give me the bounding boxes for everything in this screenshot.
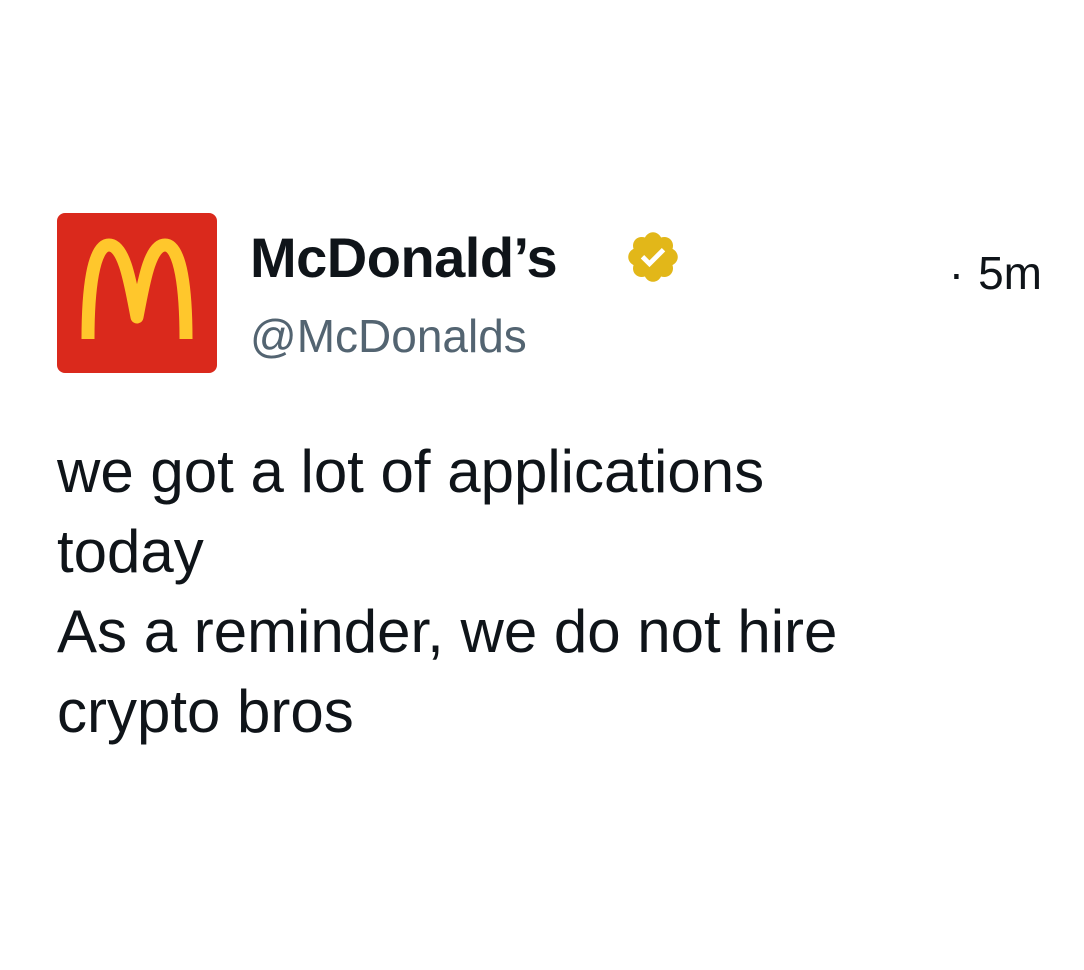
tweet-text-line: As a reminder, we do not hire: [57, 598, 838, 665]
tweet-text-line: crypto bros: [57, 678, 354, 745]
tweet-card: McDonald’s @McDonalds · 5m we got a lot o…: [0, 0, 1084, 970]
tweet-text-line: today: [57, 518, 204, 585]
tweet-text: we got a lot of applications today As a …: [57, 432, 1017, 752]
display-name[interactable]: McDonald’s: [250, 226, 558, 290]
user-handle[interactable]: @McDonalds: [250, 307, 527, 365]
mcdonalds-logo-icon: [57, 213, 217, 373]
verified-badge-icon[interactable]: [624, 228, 682, 286]
timestamp-separator: ·: [948, 247, 965, 299]
tweet-text-line: we got a lot of applications: [57, 438, 765, 505]
tweet-timestamp[interactable]: · 5m: [949, 245, 1042, 301]
avatar[interactable]: [57, 213, 217, 373]
relative-time[interactable]: 5m: [978, 247, 1042, 299]
